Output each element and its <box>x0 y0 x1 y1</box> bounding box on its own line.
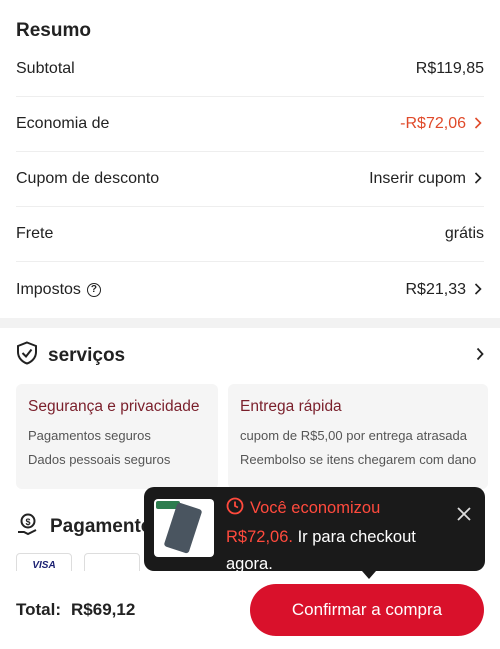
savings-label: Economia de <box>16 115 110 132</box>
savings-toast[interactable]: Você economizou R$72,06. Ir para checkou… <box>144 487 485 573</box>
service-card-line: cupom de R$5,00 por entrega atrasada <box>240 428 467 443</box>
coupon-value: Inserir cupom <box>369 170 466 187</box>
money-hand-icon: $ <box>16 512 40 542</box>
service-card-line: Pagamentos seguros <box>28 428 151 443</box>
help-icon[interactable]: ? <box>86 282 101 297</box>
services-title: serviços <box>48 345 126 366</box>
subtotal-value: R$119,85 <box>415 60 484 77</box>
confirm-purchase-button[interactable]: Confirmar a compra <box>250 584 484 636</box>
payments-title: Pagamento <box>50 516 153 537</box>
summary-title: Resumo <box>16 20 91 41</box>
shipping-label: Frete <box>16 225 54 242</box>
savings-row[interactable]: Economia de -R$72,06 <box>16 97 484 152</box>
toast-pointer <box>362 571 376 579</box>
chevron-right-icon <box>474 171 484 187</box>
total-value: R$69,12 <box>71 600 136 619</box>
taxes-label: Impostos <box>16 280 81 298</box>
services-header[interactable]: serviços <box>16 328 484 384</box>
chevron-right-icon <box>474 116 484 132</box>
total-label: Total: <box>16 600 62 619</box>
service-card-title: Entrega rápida <box>240 398 342 415</box>
total-display: Total: R$69,12 <box>16 600 135 620</box>
toast-heading: Você economizou <box>250 499 381 517</box>
chevron-right-icon <box>474 282 484 298</box>
savings-value: -R$72,06 <box>400 115 466 132</box>
taxes-row[interactable]: Impostos ? R$21,33 <box>16 262 484 317</box>
shipping-row: Frete grátis <box>16 207 484 262</box>
product-thumbnail <box>154 499 214 557</box>
shipping-value: grátis <box>444 225 484 242</box>
chevron-right-icon[interactable] <box>476 347 484 366</box>
shield-check-icon <box>16 341 38 371</box>
service-card-title: Segurança e privacidade <box>28 398 200 415</box>
service-card-security[interactable]: Segurança e privacidade Pagamentos segur… <box>16 384 218 489</box>
payments-header: $ Pagamento <box>16 512 152 542</box>
service-card-line: Reembolso se itens chegarem com dano <box>240 452 477 467</box>
toast-amount: R$72,06. <box>226 528 293 546</box>
summary-section: Resumo Subtotal R$119,85 Economia de -R$… <box>0 0 500 318</box>
subtotal-label: Subtotal <box>16 60 75 77</box>
service-card-delivery[interactable]: Entrega rápida cupom de R$5,00 por entre… <box>228 384 488 489</box>
svg-text:$: $ <box>25 517 30 527</box>
coupon-label: Cupom de desconto <box>16 170 160 187</box>
subtotal-row: Subtotal R$119,85 <box>16 42 484 97</box>
clock-icon <box>226 497 244 520</box>
services-cards: Segurança e privacidade Pagamentos segur… <box>16 384 488 489</box>
close-icon[interactable] <box>453 503 475 525</box>
taxes-value: R$21,33 <box>405 280 467 298</box>
toast-message[interactable]: R$72,06. Ir para checkout agora. <box>226 524 453 578</box>
checkout-footer: Total: R$69,12 Confirmar a compra <box>0 571 500 649</box>
service-card-line: Dados pessoais seguros <box>28 452 171 467</box>
coupon-row[interactable]: Cupom de desconto Inserir cupom <box>16 152 484 207</box>
